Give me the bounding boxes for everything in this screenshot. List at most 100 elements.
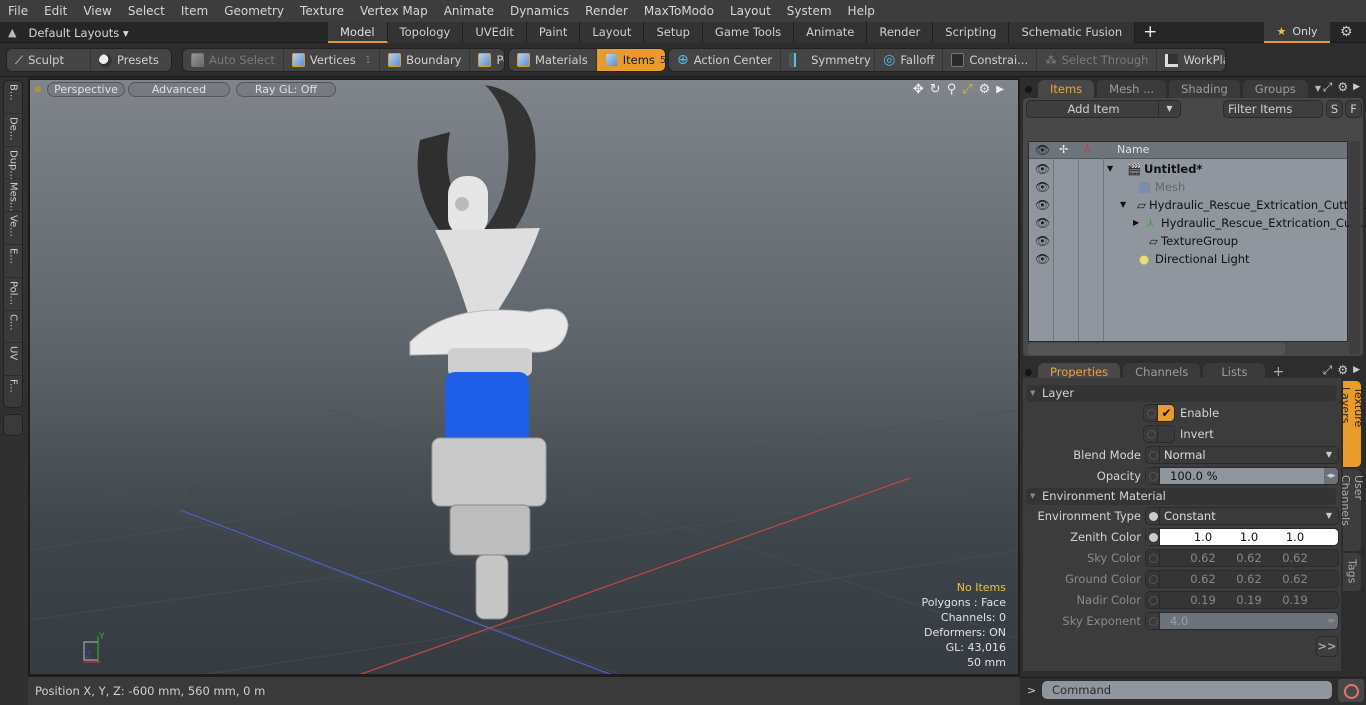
eye-icon[interactable]: 👁 <box>1035 250 1050 268</box>
panel-expand-icon[interactable]: ⤢ <box>1323 363 1333 378</box>
slider-drag-icon[interactable]: ◂▸ <box>1324 613 1338 629</box>
eye-icon[interactable]: 👁 <box>1035 232 1050 250</box>
tabs-dropdown-icon[interactable]: ▼ <box>1315 80 1321 98</box>
menu-animate[interactable]: Animate <box>436 0 502 22</box>
tab-animate[interactable]: Animate <box>794 22 868 43</box>
add-tab-button[interactable]: + <box>1135 22 1165 43</box>
panel-gear-icon[interactable]: ⚙ <box>1337 80 1348 95</box>
menu-system[interactable]: System <box>779 0 840 22</box>
workplane-button[interactable]: WorkPlane <box>1157 49 1225 71</box>
record-macro-button[interactable] <box>1338 679 1364 702</box>
sky-exponent-slider[interactable]: 4.0 ◂▸ <box>1145 612 1339 630</box>
tree-row-directional-light[interactable]: 👁 ● Directional Light <box>1029 250 1347 268</box>
tool-tab-fusion[interactable]: F... <box>4 376 22 409</box>
f-button[interactable]: F <box>1345 100 1362 118</box>
tab-mesh[interactable]: Mesh ... <box>1097 80 1167 98</box>
symmetry-button[interactable]: Symmetry <box>781 49 876 71</box>
zenith-r[interactable]: 1.0 <box>1194 529 1212 545</box>
tool-tab-duplicate[interactable]: Dup... <box>4 147 22 180</box>
side-tab-texture-layers[interactable]: Texture Layers <box>1339 381 1365 467</box>
tab-uvedit[interactable]: UVEdit <box>463 22 527 43</box>
menu-item[interactable]: Item <box>173 0 216 22</box>
menu-file[interactable]: File <box>0 0 36 22</box>
expand-arrow-icon[interactable]: ▼ <box>1107 160 1113 178</box>
collapse-up-icon[interactable]: ▲ <box>8 26 16 39</box>
shading-dropdown[interactable]: Advanced <box>128 82 230 97</box>
select-through-button[interactable]: ⁂ Select Through <box>1037 49 1158 71</box>
tool-tab-mesh-edit[interactable]: Mes... <box>4 179 22 213</box>
environment-section-header[interactable]: Environment Material <box>1026 488 1336 505</box>
gear-icon[interactable]: ⚙ <box>1340 24 1353 40</box>
rotate-icon[interactable]: ↻ <box>930 82 941 98</box>
panel-expand-icon[interactable]: ⤢ <box>1323 80 1333 95</box>
add-item-button[interactable]: Add Item ▼ <box>1026 100 1181 118</box>
environment-type-select[interactable]: Constant ▼ <box>1145 507 1339 525</box>
command-input[interactable]: Command <box>1042 681 1332 699</box>
tree-row-scene[interactable]: 👁 ▼ 🎬 Untitled* <box>1029 160 1347 178</box>
tab-layout[interactable]: Layout <box>580 22 645 43</box>
tool-tab-polygon[interactable]: Pol... <box>4 278 22 311</box>
s-button[interactable]: S <box>1326 100 1343 118</box>
eye-icon[interactable]: 👁 <box>1035 214 1050 232</box>
only-toggle[interactable]: ★ Only <box>1264 22 1330 43</box>
maximize-icon[interactable]: ⤢ <box>962 82 972 98</box>
tool-tab-vertex[interactable]: Ve... <box>4 212 22 245</box>
viewport-gear-icon[interactable]: ⚙ <box>979 82 991 98</box>
filter-items-input[interactable]: Filter Items <box>1223 100 1323 118</box>
menu-vertex-map[interactable]: Vertex Map <box>352 0 436 22</box>
tab-shading[interactable]: Shading <box>1169 80 1240 98</box>
materials-button[interactable]: Materials <box>509 49 597 71</box>
tab-topology[interactable]: Topology <box>387 22 464 43</box>
polygons-button[interactable]: Polygons <box>470 49 504 71</box>
zenith-b[interactable]: 1.0 <box>1286 529 1304 545</box>
side-tab-tags[interactable]: Tags <box>1343 553 1361 591</box>
tab-groups[interactable]: Groups <box>1242 80 1308 98</box>
tool-tab-basic[interactable]: B... <box>4 81 22 114</box>
presets-button[interactable]: Presets <box>91 49 167 71</box>
viewport-expand-arrow-icon[interactable]: ▶ <box>996 82 1004 98</box>
tool-tab-deform[interactable]: De... <box>4 114 22 147</box>
tool-tab-curve[interactable]: C... <box>4 311 22 344</box>
zenith-g[interactable]: 1.0 <box>1240 529 1258 545</box>
zenith-color-field[interactable]: 1.0 1.0 1.0 <box>1145 528 1339 546</box>
tool-tab-uv[interactable]: UV <box>4 343 22 377</box>
tree-horizontal-scrollbar[interactable] <box>1028 343 1285 355</box>
sculpt-button[interactable]: ⟋ Sculpt <box>7 49 91 71</box>
eye-icon[interactable]: 👁 <box>1035 178 1050 196</box>
opacity-slider[interactable]: 100.0 % ◂▸ <box>1145 467 1339 485</box>
perspective-dropdown[interactable]: Perspective <box>47 82 125 97</box>
tree-vertical-scrollbar[interactable] <box>1349 141 1360 355</box>
add-item-dropdown-icon[interactable]: ▼ <box>1158 101 1180 117</box>
boundary-button[interactable]: Boundary <box>380 49 471 71</box>
nadir-color-field[interactable]: 0.19 0.19 0.19 <box>1145 591 1339 609</box>
ground-color-field[interactable]: 0.62 0.62 0.62 <box>1145 570 1339 588</box>
menu-texture[interactable]: Texture <box>292 0 352 22</box>
tab-game-tools[interactable]: Game Tools <box>702 22 795 43</box>
3d-viewport[interactable]: +Z Y Z Perspective Advanced Ray GL: Off … <box>28 78 1020 676</box>
default-layouts-dropdown[interactable]: Default Layouts ▾ <box>28 26 128 40</box>
tree-row-hydraulic-group[interactable]: 👁 ▼ ▱ Hydraulic_Rescue_Extrication_Cutte… <box>1029 196 1366 214</box>
name-column-header[interactable]: Name <box>1117 143 1149 156</box>
tool-strip-extra-button[interactable] <box>3 414 23 436</box>
side-tab-user-channels[interactable]: User Channels <box>1339 469 1365 551</box>
items-button[interactable]: Items 5 <box>596 49 665 71</box>
expand-arrow-icon[interactable]: ▼ <box>1120 196 1126 214</box>
tab-scripting[interactable]: Scripting <box>933 22 1010 43</box>
menu-maxtomodo[interactable]: MaxToModo <box>636 0 722 22</box>
tab-paint[interactable]: Paint <box>526 22 581 43</box>
tree-row-texturegroup[interactable]: 👁 ▱ TextureGroup <box>1029 232 1347 250</box>
more-button[interactable]: >> <box>1316 636 1338 657</box>
menu-dynamics[interactable]: Dynamics <box>502 0 577 22</box>
constraints-button[interactable]: Constrai... <box>943 49 1038 71</box>
vertices-button[interactable]: Vertices 1 <box>284 49 381 71</box>
auto-select-button[interactable]: Auto Select <box>183 49 284 71</box>
raygl-toggle[interactable]: Ray GL: Off <box>236 82 336 97</box>
zoom-icon[interactable]: ⚲ <box>947 82 957 98</box>
menu-edit[interactable]: Edit <box>36 0 75 22</box>
panel-gear-icon[interactable]: ⚙ <box>1337 363 1348 378</box>
menu-render[interactable]: Render <box>577 0 636 22</box>
menu-select[interactable]: Select <box>120 0 173 22</box>
falloff-button[interactable]: ◎ Falloff <box>875 49 944 71</box>
tab-items[interactable]: Items <box>1038 80 1095 98</box>
tree-row-hydraulic-locator[interactable]: 👁 ▶ ⅄ Hydraulic_Rescue_Extrication_Cutt.… <box>1029 214 1366 232</box>
